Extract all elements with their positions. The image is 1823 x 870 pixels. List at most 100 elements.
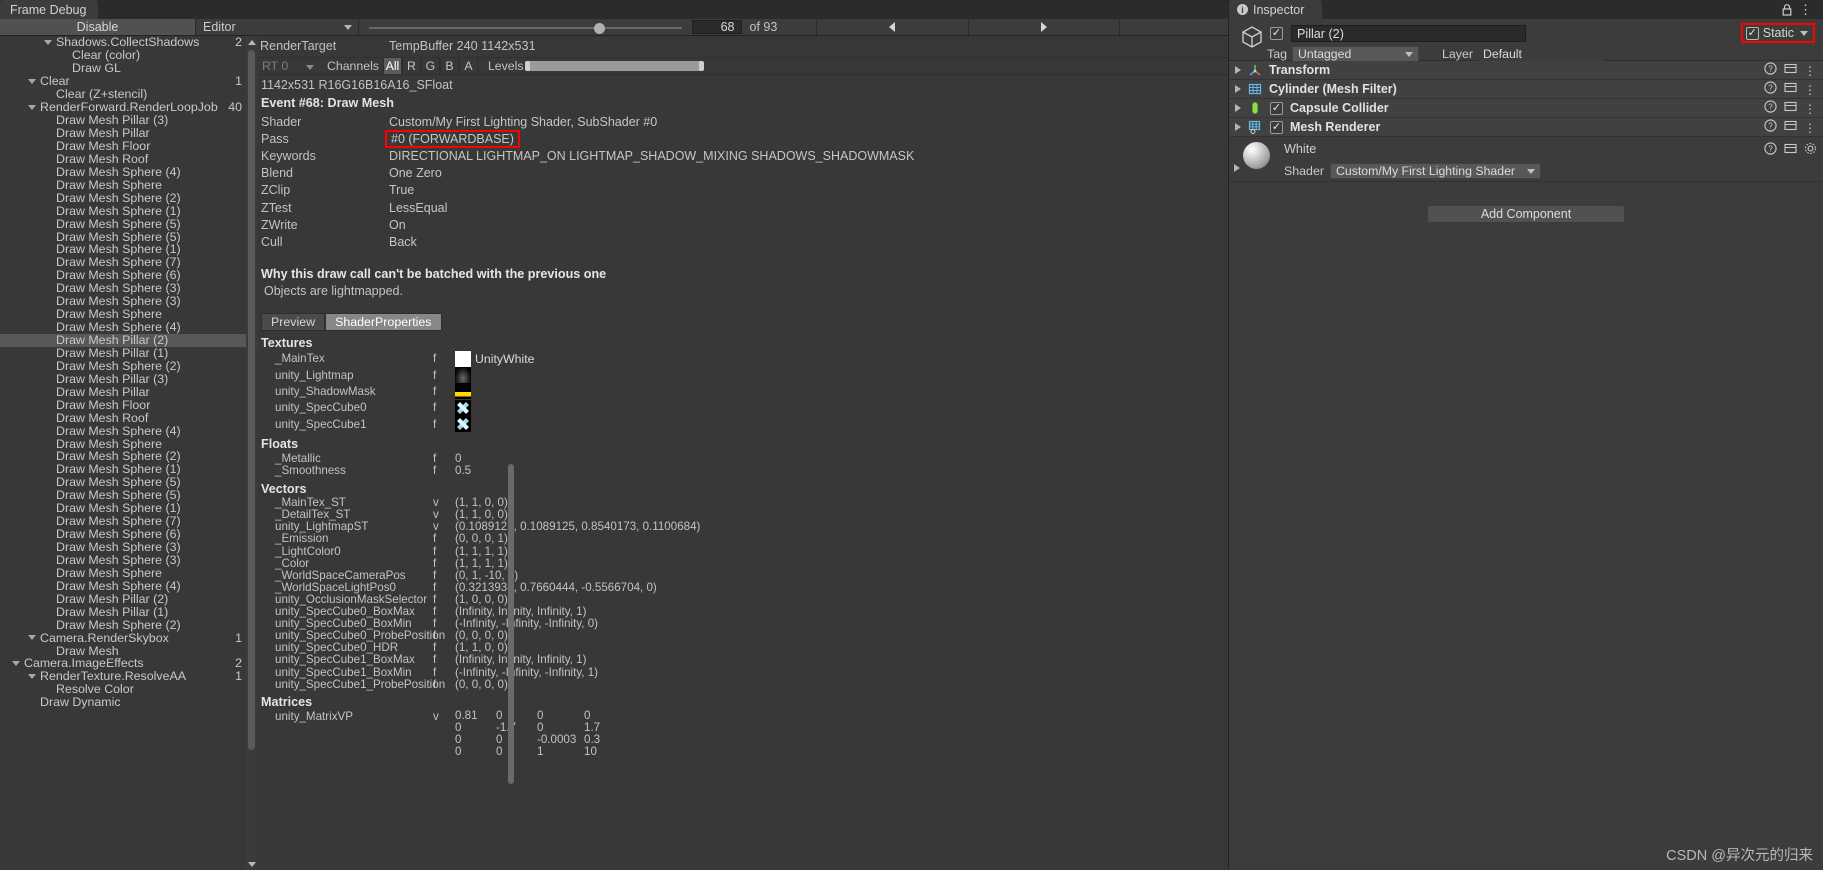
foldout-arrow-icon[interactable] (1235, 123, 1241, 131)
tab-inspector[interactable]: i Inspector (1229, 0, 1323, 19)
tree-row[interactable]: Draw Mesh Pillar (2) (0, 592, 246, 606)
event-slider-knob[interactable] (594, 23, 606, 34)
static-checkbox[interactable]: ✓ (1745, 26, 1759, 40)
tree-row[interactable]: Draw Mesh Sphere (4) (0, 320, 246, 334)
tree-row[interactable]: Draw Dynamic (0, 695, 246, 709)
target-context-dropdown[interactable]: Editor (196, 19, 359, 35)
component-enabled-checkbox[interactable]: ✓ (1270, 101, 1283, 115)
foldout-triangle-icon[interactable] (12, 660, 20, 666)
tree-row[interactable]: Clear 1 (0, 74, 246, 88)
add-component-button[interactable]: Add Component (1427, 205, 1625, 223)
tree-row[interactable]: Draw Mesh Pillar (1) (0, 605, 246, 619)
help-icon[interactable]: ? (1764, 62, 1777, 78)
tree-row[interactable]: Draw GL (0, 61, 246, 75)
tree-row[interactable]: Draw Mesh Sphere (3) (0, 281, 246, 295)
levels-slider[interactable] (524, 61, 704, 71)
scrollbar-thumb[interactable] (248, 50, 255, 750)
tree-row[interactable]: Draw Mesh Sphere (3) (0, 294, 246, 308)
tree-row[interactable]: Draw Mesh Sphere (6) (0, 268, 246, 282)
tree-row[interactable]: Draw Mesh Sphere (5) (0, 475, 246, 489)
foldout-triangle-icon[interactable] (28, 104, 36, 110)
tab-preview[interactable]: Preview (261, 312, 326, 331)
tree-row[interactable]: Camera.RenderSkybox 1 (0, 631, 246, 645)
channel-button-a[interactable]: A (458, 58, 478, 74)
lock-icon[interactable] (1781, 3, 1793, 16)
help-icon[interactable]: ? (1764, 81, 1777, 97)
tree-row[interactable]: Draw Mesh Pillar (1) (0, 346, 246, 360)
tree-row[interactable]: Clear (color) (0, 48, 246, 62)
component-enabled-checkbox[interactable]: ✓ (1270, 120, 1283, 134)
channel-button-g[interactable]: G (420, 58, 440, 74)
foldout-triangle-icon[interactable] (28, 673, 36, 679)
previous-event-button[interactable] (815, 19, 968, 35)
tree-row[interactable]: Draw Mesh Sphere (1) (0, 204, 246, 218)
event-index-input[interactable]: 68 (691, 20, 742, 34)
preset-icon[interactable] (1784, 119, 1797, 135)
preset-icon[interactable] (1784, 62, 1797, 78)
tree-scrollbar[interactable] (246, 36, 257, 870)
static-checkbox-group[interactable]: ✓ Static (1740, 23, 1815, 43)
tree-row[interactable]: Draw Mesh Roof (0, 411, 246, 425)
tree-row[interactable]: Draw Mesh Pillar (0, 126, 246, 140)
gameobject-name-field[interactable]: Pillar (2) (1291, 25, 1526, 42)
foldout-arrow-icon[interactable] (1235, 104, 1241, 112)
layer-dropdown[interactable]: Default (1477, 46, 1604, 62)
gameobject-enabled-checkbox[interactable]: ✓ (1270, 27, 1283, 40)
tree-row[interactable]: Draw Mesh Sphere (0, 437, 246, 451)
tree-row[interactable]: Draw Mesh Sphere (0, 566, 246, 580)
help-icon[interactable]: ? (1764, 119, 1777, 135)
tree-row[interactable]: Draw Mesh Sphere (5) (0, 230, 246, 244)
event-slider[interactable] (359, 19, 692, 35)
disable-button[interactable]: Disable (0, 19, 196, 35)
component-header[interactable]: ✓ Capsule Collider? ⋮ (1229, 99, 1823, 118)
tab-shaderproperties[interactable]: ShaderProperties (325, 312, 442, 331)
tree-row[interactable]: RenderForward.RenderLoopJob 40 (0, 100, 246, 114)
window-tab-frame-debug[interactable]: Frame Debug (0, 0, 99, 19)
tree-row[interactable]: Draw Mesh Sphere (6) (0, 527, 246, 541)
tree-row[interactable]: RenderTexture.ResolveAA 1 (0, 669, 246, 683)
tree-row[interactable]: Shadows.CollectShadows 2 (0, 36, 246, 49)
inspector-menu-icon[interactable]: ⋮ (1799, 2, 1813, 18)
foldout-triangle-icon[interactable] (44, 39, 52, 45)
tree-row[interactable]: Draw Mesh Roof (0, 152, 246, 166)
tree-row[interactable]: Draw Mesh Sphere (1) (0, 462, 246, 476)
foldout-arrow-icon[interactable] (1235, 66, 1241, 74)
channel-button-all[interactable]: All (382, 58, 402, 74)
tree-row[interactable]: Draw Mesh Sphere (2) (0, 191, 246, 205)
tree-row[interactable]: Draw Mesh Sphere (4) (0, 579, 246, 593)
tree-row[interactable]: Draw Mesh Sphere (3) (0, 540, 246, 554)
shader-properties-scrollbar[interactable] (508, 464, 514, 784)
shader-dropdown[interactable]: Custom/My First Lighting Shader (1329, 163, 1541, 179)
component-menu-icon[interactable]: ⋮ (1804, 63, 1817, 78)
component-header[interactable]: Transform? ⋮ (1229, 61, 1823, 80)
frame-event-tree[interactable]: Shadows.CollectShadows 2 Clear (color) Draw… (0, 36, 246, 870)
tree-row[interactable]: Draw Mesh Sphere (7) (0, 255, 246, 269)
rt-selector-dropdown[interactable]: RT 0 (258, 58, 323, 74)
tree-row[interactable]: Draw Mesh Floor (0, 398, 246, 412)
chevron-down-icon[interactable] (1800, 30, 1808, 36)
tree-row[interactable]: Draw Mesh Sphere (3) (0, 553, 246, 567)
gear-icon[interactable] (1804, 142, 1817, 158)
tree-row[interactable]: Clear (Z+stencil) (0, 87, 246, 101)
tag-dropdown[interactable]: Untagged (1291, 46, 1419, 62)
tree-row[interactable]: Draw Mesh Pillar (2) (0, 333, 246, 347)
tree-row[interactable]: Camera.ImageEffects 2 (0, 656, 246, 670)
tree-row[interactable]: Draw Mesh Sphere (2) (0, 359, 246, 373)
tree-row[interactable]: Draw Mesh Sphere (1) (0, 242, 246, 256)
preset-icon[interactable] (1784, 81, 1797, 97)
foldout-triangle-icon[interactable] (28, 635, 36, 641)
tree-row[interactable]: Draw Mesh Sphere (4) (0, 424, 246, 438)
tree-row[interactable]: Draw Mesh Pillar (3) (0, 113, 246, 127)
tree-row[interactable]: Resolve Color (0, 682, 246, 696)
material-foldout-arrow[interactable] (1234, 164, 1240, 172)
tree-row[interactable]: Draw Mesh Pillar (0, 385, 246, 399)
preset-icon[interactable] (1784, 142, 1797, 158)
tree-row[interactable]: Draw Mesh Pillar (3) (0, 372, 246, 386)
help-icon[interactable]: ? (1764, 100, 1777, 116)
tree-row[interactable]: Draw Mesh Sphere (0, 178, 246, 192)
tree-row[interactable]: Draw Mesh Sphere (2) (0, 449, 246, 463)
component-menu-icon[interactable]: ⋮ (1804, 101, 1817, 116)
tree-row[interactable]: Draw Mesh Sphere (2) (0, 618, 246, 632)
levels-control[interactable]: Levels (478, 58, 704, 74)
tree-row[interactable]: Draw Mesh Sphere (4) (0, 165, 246, 179)
